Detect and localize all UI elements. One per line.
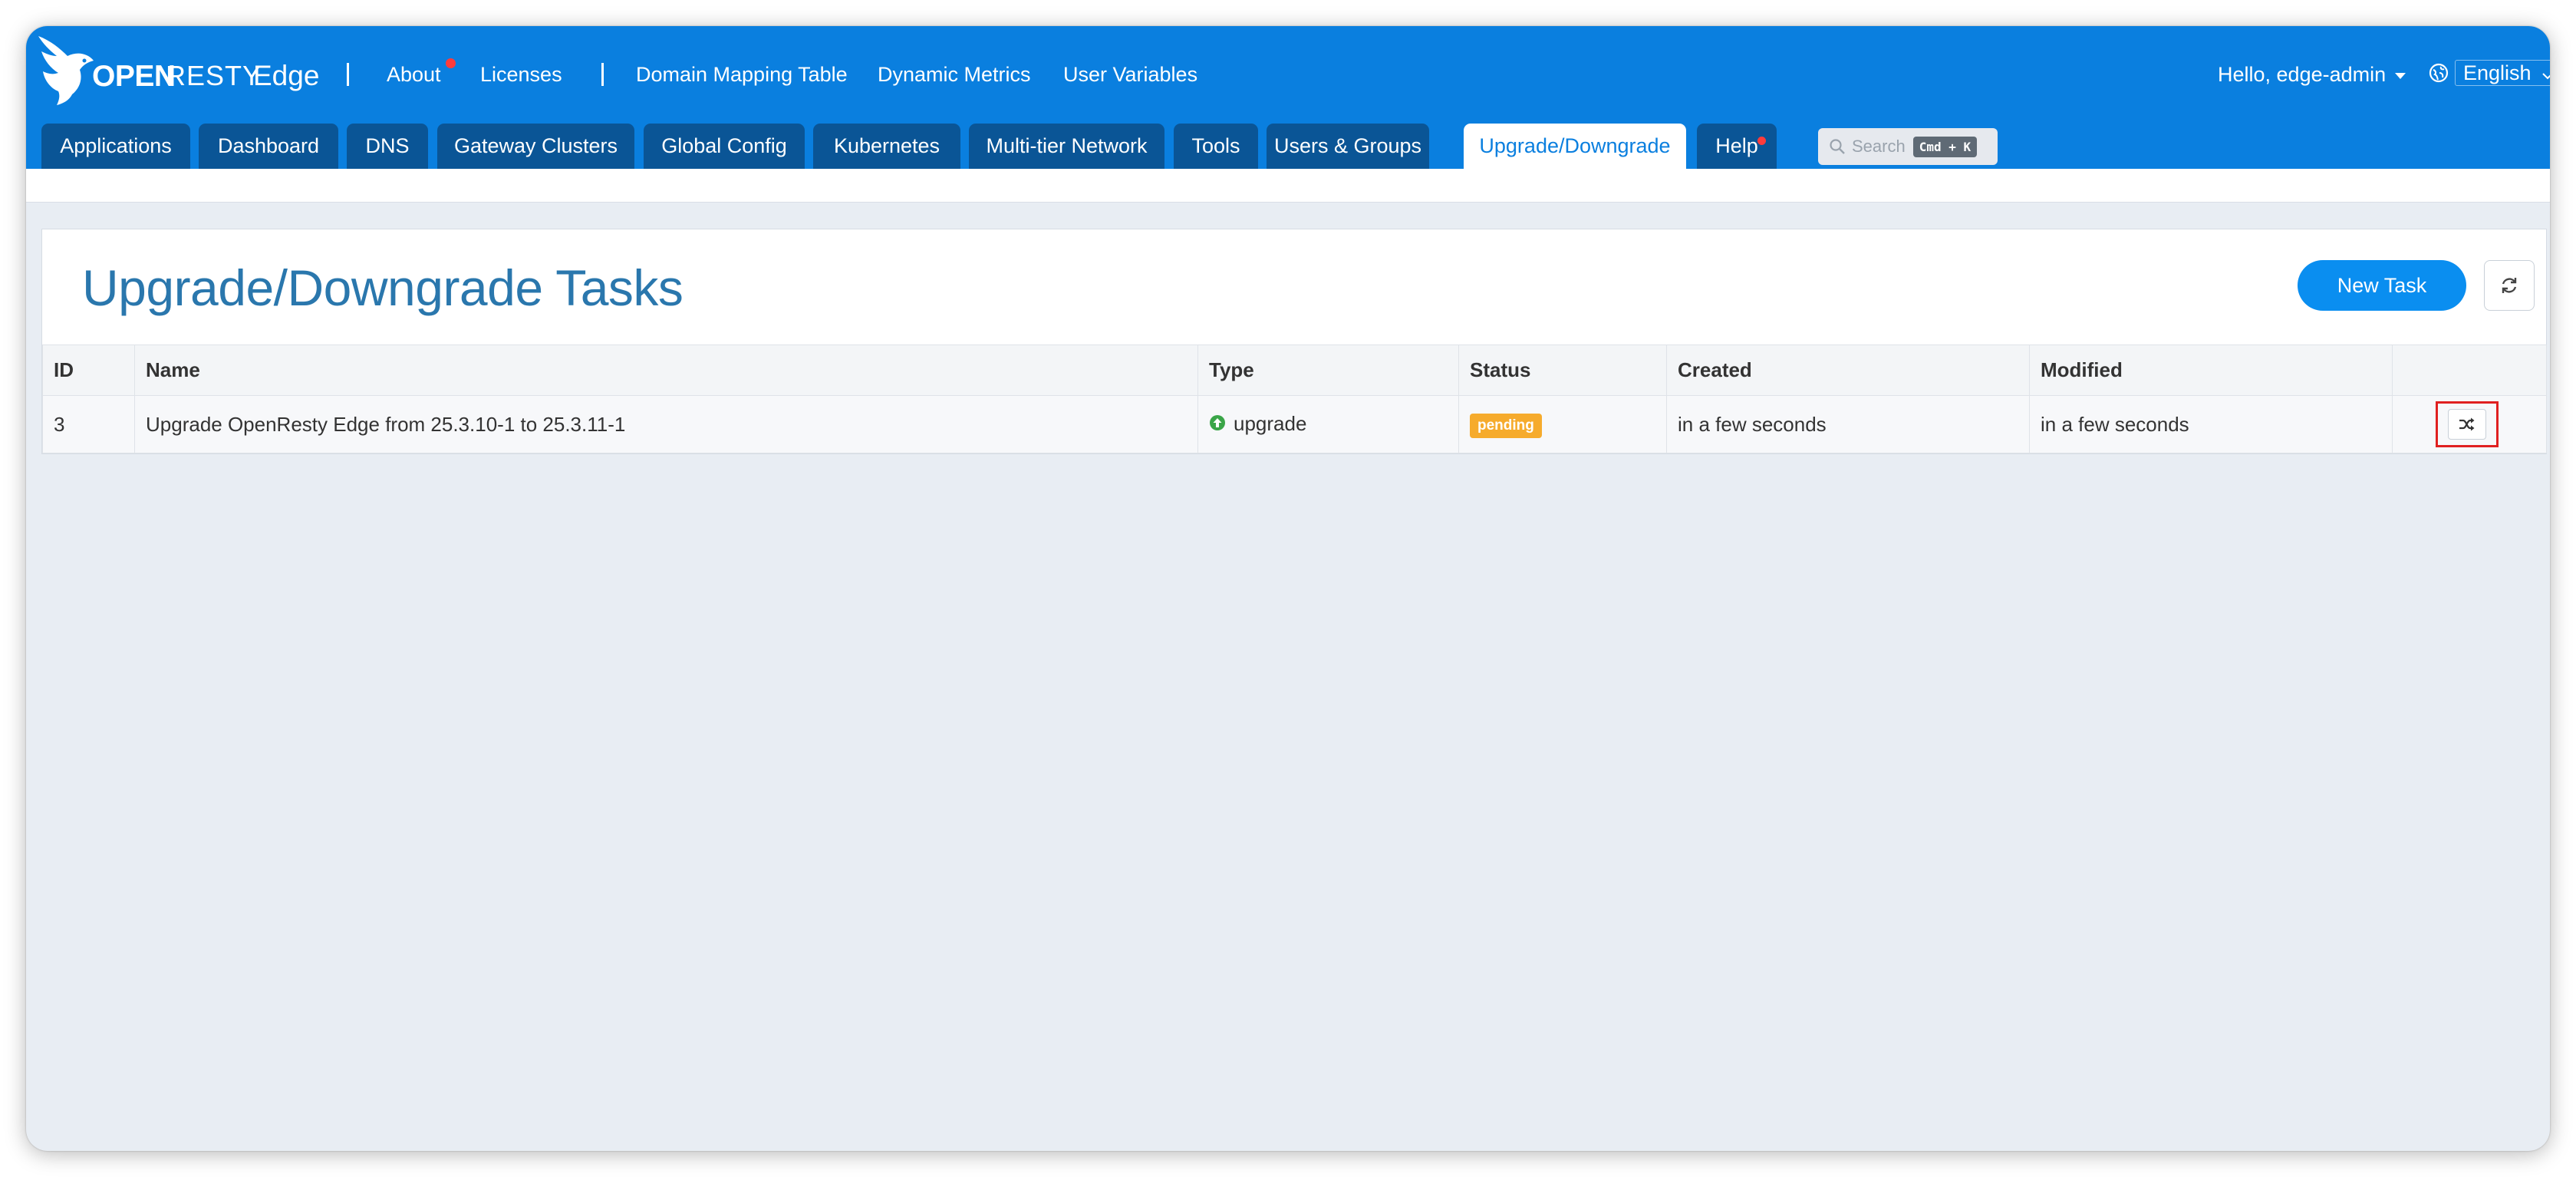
nav-licenses[interactable]: Licenses — [480, 63, 562, 87]
nav-about[interactable]: About — [387, 63, 441, 87]
tab-help[interactable]: Help — [1697, 124, 1777, 169]
tasks-table: ID Name Type Status Created Modified 3 U… — [42, 345, 2547, 453]
brand-product: Edge — [253, 60, 320, 91]
column-header-id: ID — [42, 345, 135, 396]
tab-dashboard[interactable]: Dashboard — [199, 124, 338, 169]
notification-dot — [446, 58, 456, 68]
notification-dot — [1757, 137, 1766, 145]
refresh-button[interactable] — [2484, 260, 2535, 311]
task-type: upgrade — [1234, 411, 1307, 435]
tab-kubernetes[interactable]: Kubernetes — [813, 124, 960, 169]
switch-version-button[interactable] — [2448, 409, 2486, 440]
status-badge: pending — [1470, 413, 1542, 438]
sub-strip — [26, 169, 2550, 203]
header: OPEN RESTY Edge About Licenses Domain Ma… — [26, 26, 2550, 169]
tab-tools[interactable]: Tools — [1174, 124, 1258, 169]
user-menu[interactable]: Hello, edge-admin — [2218, 63, 2406, 87]
search-shortcut: Cmd + K — [1912, 136, 1978, 157]
task-name: Upgrade OpenResty Edge from 25.3.10-1 to… — [134, 395, 1198, 453]
task-actions-cell — [2392, 395, 2547, 453]
globe-icon — [2429, 63, 2449, 83]
action-wrap — [2393, 397, 2546, 453]
nav-separator — [601, 63, 604, 86]
column-header-status: Status — [1458, 345, 1667, 396]
language-select[interactable]: English — [2455, 60, 2550, 86]
tab-dns[interactable]: DNS — [347, 124, 428, 169]
column-header-created: Created — [1666, 345, 2030, 396]
task-created: in a few seconds — [1666, 395, 2030, 453]
tab-upgrade-downgrade[interactable]: Upgrade/Downgrade — [1464, 124, 1686, 169]
new-task-button[interactable]: New Task — [2298, 260, 2466, 311]
task-status-cell: pending — [1458, 395, 1667, 453]
table-header-row: ID Name Type Status Created Modified — [42, 345, 2547, 396]
search-icon — [1830, 139, 1845, 154]
column-header-type: Type — [1197, 345, 1459, 396]
nav-domain-mapping[interactable]: Domain Mapping Table — [636, 63, 848, 87]
brand-resty: RESTY — [166, 60, 262, 91]
app-window: OPEN RESTY Edge About Licenses Domain Ma… — [26, 26, 2550, 1151]
tasks-panel: Upgrade/Downgrade Tasks New Task ID Name… — [41, 229, 2547, 454]
task-modified: in a few seconds — [2029, 395, 2393, 453]
search-box[interactable]: Search Cmd + K — [1818, 128, 1998, 165]
tab-multi-tier-network[interactable]: Multi-tier Network — [969, 124, 1164, 169]
nav-separator — [347, 63, 349, 86]
chevron-down-icon — [2395, 72, 2406, 79]
openresty-logo[interactable] — [37, 26, 98, 110]
tab-gateway-clusters[interactable]: Gateway Clusters — [437, 124, 634, 169]
column-header-name: Name — [134, 345, 1198, 396]
column-header-actions — [2392, 345, 2547, 396]
task-id: 3 — [42, 395, 135, 453]
tab-applications[interactable]: Applications — [41, 124, 190, 169]
bird-logo-icon — [38, 36, 94, 105]
nav-dynamic-metrics[interactable]: Dynamic Metrics — [878, 63, 1031, 87]
brand-open: OPEN — [92, 60, 176, 93]
column-header-modified: Modified — [2029, 345, 2393, 396]
chevron-down-icon — [2542, 73, 2550, 80]
tab-global-config[interactable]: Global Config — [644, 124, 805, 169]
tab-users-groups[interactable]: Users & Groups — [1267, 124, 1429, 169]
page-title: Upgrade/Downgrade Tasks — [82, 259, 684, 316]
arrow-up-circle-icon — [1209, 413, 1226, 437]
language-value: English — [2463, 61, 2532, 84]
table-row: 3 Upgrade OpenResty Edge from 25.3.10-1 … — [42, 395, 2547, 453]
refresh-icon — [2502, 278, 2517, 293]
search-placeholder: Search — [1852, 137, 1906, 156]
shuffle-icon — [2459, 417, 2475, 431]
nav-user-variables[interactable]: User Variables — [1063, 63, 1197, 87]
user-greeting: Hello, edge-admin — [2218, 63, 2387, 86]
task-type-cell: upgrade — [1197, 395, 1459, 453]
